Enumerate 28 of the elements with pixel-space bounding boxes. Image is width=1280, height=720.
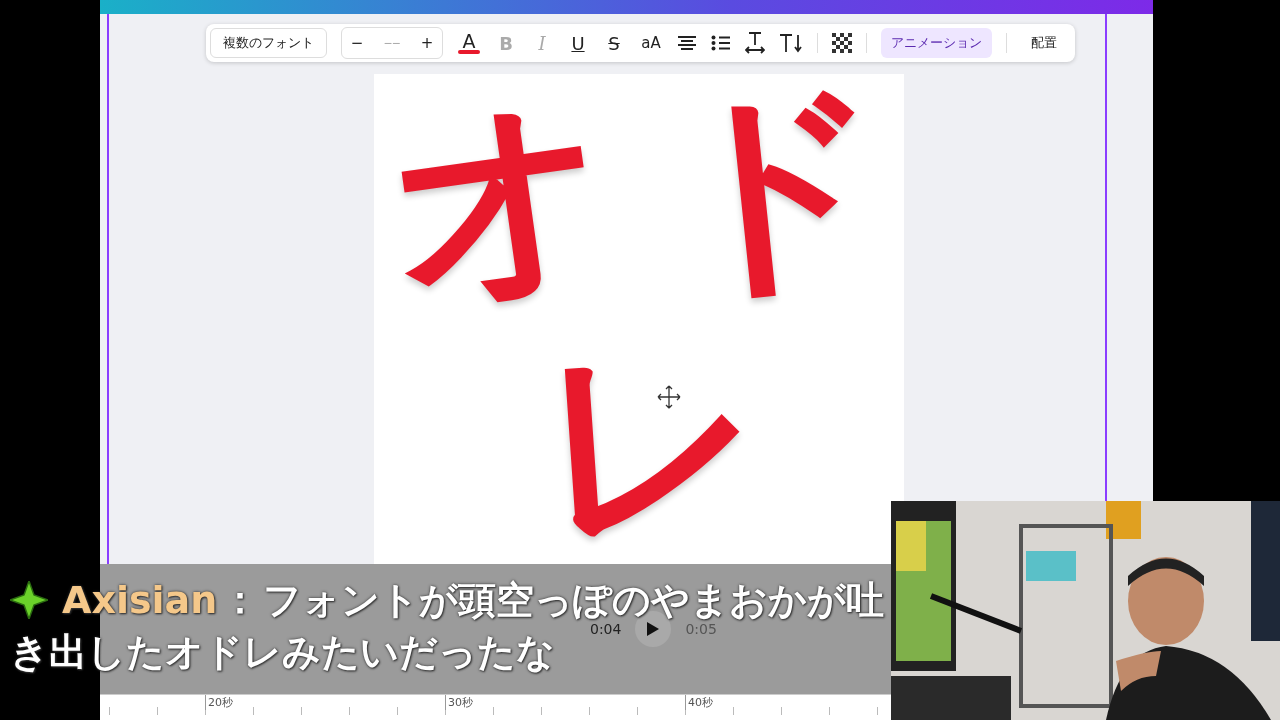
font-dropdown[interactable]: 複数のフォント: [210, 28, 327, 58]
design-text[interactable]: レ: [531, 328, 771, 553]
font-size-field[interactable]: −−: [370, 34, 414, 52]
underline-button[interactable]: U: [567, 32, 589, 54]
animation-button[interactable]: アニメーション: [881, 28, 992, 58]
ruler-label: 20秒: [205, 695, 233, 710]
spacing-icon[interactable]: [745, 32, 765, 54]
ruler-label: 30秒: [445, 695, 473, 710]
play-icon: [646, 621, 661, 637]
ruler-label: 40秒: [685, 695, 713, 710]
chat-message: フォントが頭空っぽのやまおかが吐: [263, 577, 885, 623]
current-time: 0:04: [590, 621, 622, 637]
chat-separator: ：: [221, 577, 260, 623]
move-cursor-icon: [656, 385, 681, 409]
end-time: 0:05: [685, 621, 717, 637]
align-icon[interactable]: [677, 35, 697, 51]
decrease-size-button[interactable]: −: [350, 34, 364, 52]
design-text[interactable]: ド: [653, 72, 899, 305]
list-icon[interactable]: [711, 35, 731, 51]
position-button[interactable]: 配置: [1021, 28, 1067, 58]
increase-size-button[interactable]: +: [420, 34, 434, 52]
vertical-text-icon[interactable]: [779, 33, 803, 53]
text-color-button[interactable]: A: [457, 32, 481, 54]
transparency-icon[interactable]: [832, 33, 852, 53]
design-text[interactable]: オ: [375, 79, 627, 318]
case-button[interactable]: aA: [639, 34, 663, 52]
sparkle-icon: [10, 581, 48, 619]
strike-button[interactable]: S: [603, 32, 625, 54]
